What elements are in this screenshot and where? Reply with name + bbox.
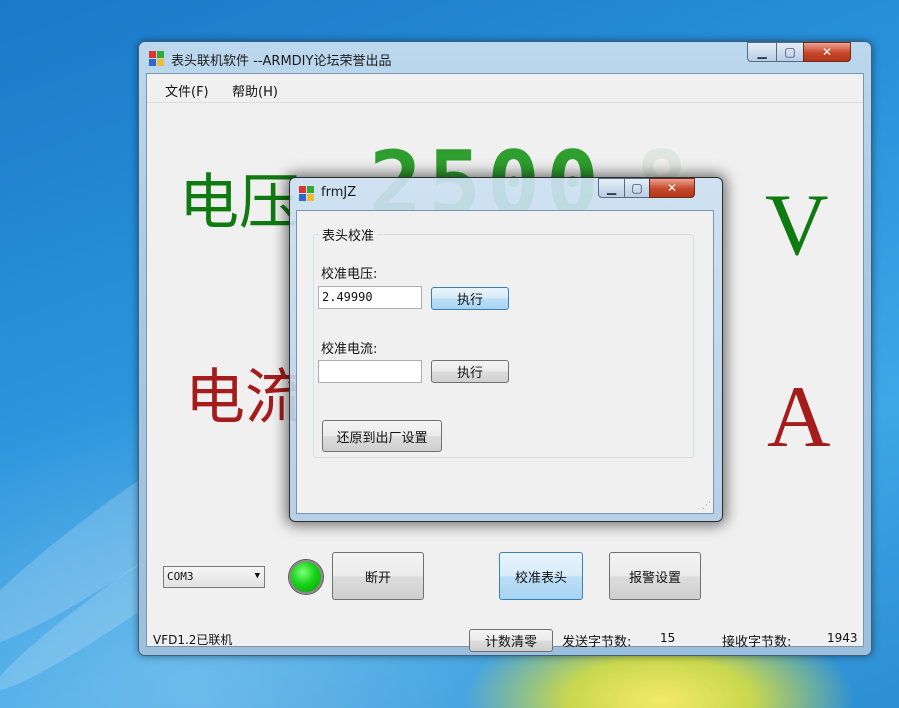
device-status: VFD1.2已联机 (153, 633, 233, 647)
voltage-execute-button[interactable]: 执行 (431, 287, 509, 310)
alarm-settings-button[interactable]: 报警设置 (609, 552, 701, 600)
sent-bytes-label: 发送字节数: (562, 635, 632, 650)
dropdown-arrow-icon: ▼ (254, 571, 260, 581)
com-port-select[interactable]: COM3 ▼ (163, 566, 265, 588)
main-title: 表头联机软件 --ARMDIY论坛荣誉出品 (171, 54, 392, 69)
menu-file[interactable]: 文件(F) (165, 81, 209, 100)
disconnect-button[interactable]: 断开 (332, 552, 424, 600)
resize-grip-icon[interactable]: ⋰ (702, 501, 711, 511)
dialog-title: frmJZ (321, 185, 357, 200)
calibration-group-title: 表头校准 (319, 225, 378, 244)
menu-help[interactable]: 帮助(H) (232, 81, 278, 100)
minimize-icon[interactable]: ▁ (747, 42, 777, 62)
current-cal-input[interactable] (318, 360, 422, 383)
connection-led (289, 560, 323, 594)
voltage-unit: V (765, 177, 829, 274)
calibrate-meter-button[interactable]: 校准表头 (499, 552, 583, 600)
current-unit: A (767, 369, 831, 466)
maximize-icon[interactable]: ▢ (776, 42, 804, 62)
close-icon[interactable]: ✕ (803, 42, 851, 62)
dialog-minimize-icon[interactable]: ▁ (598, 178, 625, 198)
recv-bytes-value: 1943 (827, 631, 858, 645)
app-icon (149, 51, 165, 67)
dialog-app-icon (299, 186, 315, 202)
current-label: 电流 (185, 363, 305, 433)
dialog-maximize-icon[interactable]: ▢ (624, 178, 650, 198)
voltage-cal-label: 校准电压: (321, 267, 378, 282)
menu-bar: 文件(F) 帮助(H) (147, 74, 863, 103)
voltage-label: 电压 (179, 168, 299, 238)
current-execute-button[interactable]: 执行 (431, 360, 509, 383)
dialog-client-area: 表头校准 校准电压: 2.49990 执行 校准电流: 执行 还原到出厂设置 ⋰ (296, 210, 714, 514)
recv-bytes-label: 接收字节数: (722, 635, 792, 650)
factory-reset-button[interactable]: 还原到出厂设置 (322, 420, 442, 452)
sent-bytes-value: 15 (660, 631, 676, 645)
dialog-close-icon[interactable]: ✕ (649, 178, 695, 198)
main-titlebar[interactable]: 表头联机软件 --ARMDIY论坛荣誉出品 ▁ ▢ ✕ (139, 42, 871, 74)
calibration-dialog: frmJZ ▁ ▢ ✕ 表头校准 校准电压: 2.49990 执行 校准电流: … (289, 177, 723, 522)
reset-count-button[interactable]: 计数清零 (469, 629, 553, 652)
com-port-value: COM3 (167, 570, 194, 583)
voltage-cal-input[interactable]: 2.49990 (318, 286, 422, 309)
current-cal-label: 校准电流: (321, 342, 378, 357)
